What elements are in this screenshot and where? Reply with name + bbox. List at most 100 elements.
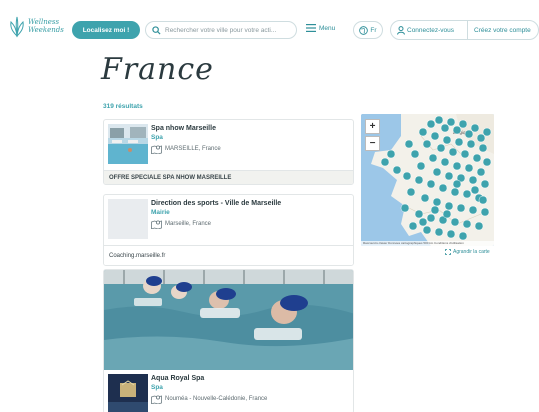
map-pin[interactable] [452, 161, 462, 171]
map-pin[interactable] [444, 201, 454, 211]
map-pin[interactable] [446, 117, 456, 127]
map-pin[interactable] [418, 217, 428, 227]
map-pin[interactable] [476, 133, 486, 143]
map-pin[interactable] [462, 219, 472, 229]
map-pin[interactable] [472, 153, 482, 163]
search-bar[interactable] [145, 21, 297, 39]
result-location-text: MARSEILLE, France [165, 146, 221, 152]
map-pin[interactable] [446, 229, 456, 239]
map-pin[interactable] [414, 209, 424, 219]
map-pin[interactable] [380, 157, 390, 167]
map-pin[interactable] [402, 171, 412, 181]
map-attribution: Raccourcis clavier Données cartographiqu… [361, 241, 494, 246]
map-pin[interactable] [480, 207, 490, 217]
map-pin[interactable] [432, 167, 442, 177]
map-pin[interactable] [470, 123, 480, 133]
logo-line-2: Weekends [28, 26, 64, 34]
map-pin[interactable] [466, 139, 476, 149]
map-pin[interactable] [440, 123, 450, 133]
language-label: Fr [370, 26, 377, 34]
placeholder-thumbnail [108, 199, 148, 239]
map-pin[interactable] [478, 143, 488, 153]
login-link[interactable]: Connectez-vous [391, 25, 467, 35]
map-pin[interactable] [422, 139, 432, 149]
result-category: Spa [151, 384, 163, 391]
map-pin[interactable] [458, 231, 468, 241]
map-pin[interactable] [456, 203, 466, 213]
map-pin[interactable] [460, 149, 470, 159]
map-pin[interactable] [420, 193, 430, 203]
create-account-link[interactable]: Créez votre compte [467, 20, 531, 40]
map-pin[interactable] [426, 213, 436, 223]
map-pin[interactable] [430, 205, 440, 215]
map-pin[interactable] [450, 217, 460, 227]
map-pin[interactable] [438, 183, 448, 193]
map-pin[interactable] [414, 175, 424, 185]
map-pin[interactable] [480, 179, 490, 189]
map-pin[interactable] [436, 143, 446, 153]
map-pin[interactable] [416, 161, 426, 171]
map-pin[interactable] [468, 175, 478, 185]
result-card[interactable]: Aqua Royal Spa Spa Nouméa - Nouvelle-Cal… [103, 269, 354, 412]
map-pin[interactable] [454, 137, 464, 147]
menu-label: Menu [319, 24, 336, 32]
map-pin[interactable] [444, 171, 454, 181]
site-logo[interactable]: Wellness Weekends [8, 16, 64, 40]
result-name[interactable]: Spa nhow Marseille [151, 125, 216, 132]
map-pin[interactable] [482, 157, 492, 167]
map-pin[interactable] [474, 221, 484, 231]
aqua-royal-logo-thumbnail [108, 374, 148, 412]
map-pin[interactable] [464, 163, 474, 173]
zoom-in-button[interactable]: + [365, 119, 380, 134]
localize-me-button[interactable]: Localisez moi ! [72, 21, 140, 39]
map-pin[interactable] [432, 197, 442, 207]
result-location-text: Nouméa - Nouvelle-Calédonie, France [165, 396, 268, 402]
map-pin[interactable] [482, 127, 492, 137]
result-name[interactable]: Aqua Royal Spa [151, 375, 204, 382]
map-pin[interactable] [408, 221, 418, 231]
result-card[interactable]: Spa nhow Marseille Spa MARSEILLE, France… [103, 119, 354, 185]
map-pin[interactable] [400, 203, 410, 213]
map-pin[interactable] [450, 187, 460, 197]
result-card[interactable]: Direction des sports - Ville de Marseill… [103, 194, 354, 266]
map-pin[interactable] [404, 139, 414, 149]
enlarge-map-link[interactable]: Agrandir la carte [445, 249, 490, 255]
map-pin[interactable] [418, 127, 428, 137]
menu-button[interactable]: Menu [306, 24, 335, 32]
map-pin[interactable] [468, 205, 478, 215]
map-pin[interactable] [428, 153, 438, 163]
map-pin[interactable] [476, 167, 486, 177]
map-pin[interactable] [458, 119, 468, 129]
map-pin[interactable] [478, 195, 488, 205]
map-pin[interactable] [392, 165, 402, 175]
results-map[interactable]: Belgique Fr + − Raccourcis clavier Donné… [361, 114, 494, 246]
map-pin[interactable] [442, 135, 452, 145]
map-pin[interactable] [452, 125, 462, 135]
login-label: Connectez-vous [407, 26, 454, 34]
map-pin[interactable] [448, 147, 458, 157]
map-pin[interactable] [422, 225, 432, 235]
result-offer[interactable]: OFFRE SPECIALE SPA NHOW MASREILLE [104, 170, 353, 184]
map-pin[interactable] [462, 189, 472, 199]
result-name[interactable]: Direction des sports - Ville de Marseill… [151, 200, 281, 207]
map-pin[interactable] [434, 115, 444, 125]
map-pin[interactable] [464, 129, 474, 139]
france-map[interactable]: Belgique Fr [361, 114, 494, 246]
search-input[interactable] [165, 26, 293, 34]
language-selector[interactable]: Fr [353, 21, 383, 39]
map-location-icon [151, 220, 162, 229]
map-pin[interactable] [410, 149, 420, 159]
aqua-fitness-photo [104, 270, 353, 370]
map-pin[interactable] [470, 185, 480, 195]
map-pin[interactable] [426, 179, 436, 189]
map-pin[interactable] [406, 187, 416, 197]
map-pin[interactable] [434, 227, 444, 237]
map-pin[interactable] [440, 157, 450, 167]
map-pin[interactable] [442, 209, 452, 219]
result-website[interactable]: Coaching.marseille.fr [104, 245, 353, 265]
map-pin[interactable] [426, 119, 436, 129]
map-pin[interactable] [386, 149, 396, 159]
zoom-out-button[interactable]: − [365, 136, 380, 151]
map-pin[interactable] [452, 179, 462, 189]
map-pin[interactable] [430, 131, 440, 141]
